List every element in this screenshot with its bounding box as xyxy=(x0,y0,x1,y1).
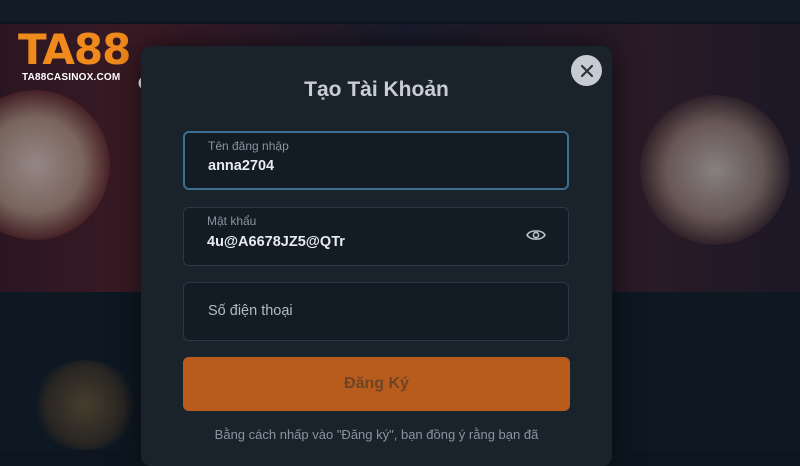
logo-domain: TA88CASINOX.COM xyxy=(22,72,121,83)
terms-line-1: Bằng cách nhấp vào "Đăng ký", bạn đồng ý… xyxy=(214,427,539,442)
password-field[interactable]: Mật khẩu 4u@A6678JZ5@QTr xyxy=(183,207,569,266)
username-label: Tên đăng nhập xyxy=(208,139,289,153)
close-button[interactable] xyxy=(571,55,602,86)
background-plate-right xyxy=(640,95,790,245)
terms-text: Bằng cách nhấp vào "Đăng ký", bạn đồng ý… xyxy=(183,426,570,444)
eye-icon[interactable] xyxy=(526,228,546,242)
password-value: 4u@A6678JZ5@QTr xyxy=(207,234,345,250)
modal-title: Tạo Tài Khoản xyxy=(304,78,449,101)
phone-placeholder: Số điện thoại xyxy=(208,303,293,319)
brand-logo[interactable]: TA88 TA88CASINOX.COM xyxy=(18,25,152,90)
register-button[interactable]: Đăng Ký xyxy=(183,357,570,411)
background-chip-image xyxy=(30,360,140,450)
password-label: Mật khẩu xyxy=(207,214,257,228)
close-icon xyxy=(580,64,593,77)
logo-text: TA88 xyxy=(18,25,131,74)
phone-field[interactable]: Số điện thoại xyxy=(183,282,569,341)
username-field[interactable]: Tên đăng nhập anna2704 xyxy=(183,131,569,190)
username-value: anna2704 xyxy=(208,158,275,174)
background-topbar xyxy=(0,0,800,22)
